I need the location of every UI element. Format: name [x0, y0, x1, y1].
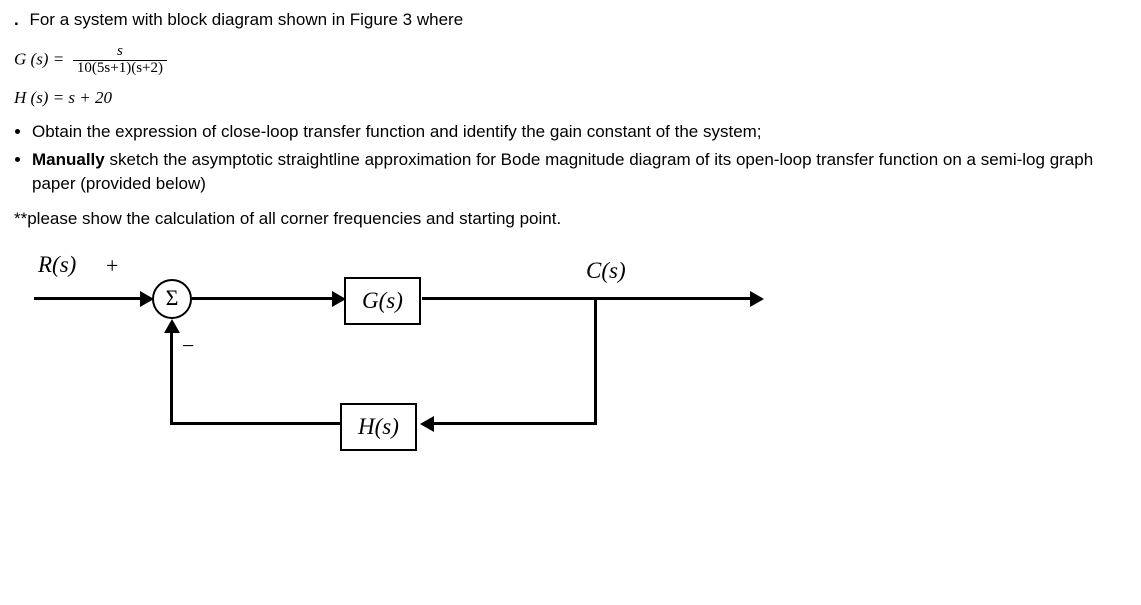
h-equation: H (s) = s + 20	[14, 88, 112, 107]
line-g-out	[422, 297, 752, 300]
line-feedback-right	[432, 422, 597, 425]
g-lhs: G (s) =	[14, 50, 64, 69]
note-line: **please show the calculation of all cor…	[14, 207, 1127, 231]
block-diagram: R(s) + Σ − G(s) C(s) H(s)	[34, 249, 794, 469]
g-fraction: s 10(5s+1)(s+2)	[73, 44, 167, 77]
g-block: G(s)	[344, 277, 421, 325]
line-feedback-up	[170, 331, 173, 425]
intro-text: For a system with block diagram shown in…	[29, 10, 463, 29]
r-label: R(s)	[38, 249, 76, 281]
minus-sign: −	[182, 331, 194, 362]
h-block: H(s)	[340, 403, 417, 451]
task-item-1: Obtain the expression of close-loop tran…	[32, 120, 1127, 144]
equation-g: G (s) = s 10(5s+1)(s+2)	[14, 44, 1127, 77]
task-item-2-bold: Manually	[32, 150, 105, 169]
intro-bullet: .	[14, 10, 19, 29]
task-list: Obtain the expression of close-loop tran…	[32, 120, 1127, 195]
line-pickoff-down	[594, 297, 597, 425]
arrow-out	[750, 291, 764, 307]
arrow-feedback-up	[164, 319, 180, 333]
task-item-2: Manually sketch the asymptotic straightl…	[32, 148, 1127, 196]
summing-junction: Σ	[152, 279, 192, 319]
line-feedback-left	[170, 422, 342, 425]
arrow-into-h	[420, 416, 434, 432]
line-sum-g	[192, 297, 334, 300]
g-numerator: s	[73, 44, 167, 60]
task-item-2-rest: sketch the asymptotic straightline appro…	[32, 150, 1093, 193]
intro-line: . For a system with block diagram shown …	[14, 8, 1127, 32]
line-in	[34, 297, 142, 300]
equation-h: H (s) = s + 20	[14, 86, 1127, 110]
c-label: C(s)	[586, 255, 626, 287]
plus-sign: +	[106, 251, 118, 282]
g-denominator: 10(5s+1)(s+2)	[73, 60, 167, 77]
